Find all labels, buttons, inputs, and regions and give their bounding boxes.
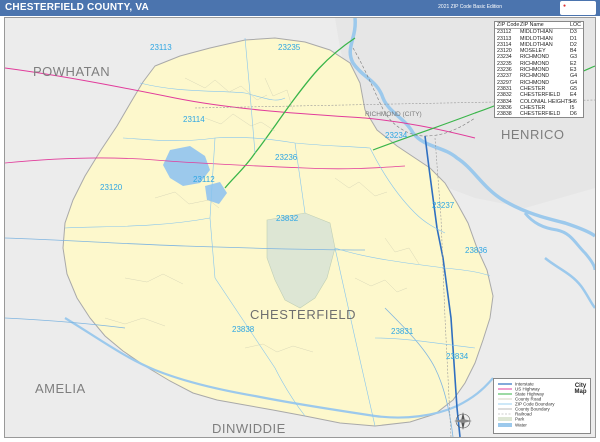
publisher-logo: ● xyxy=(560,1,596,15)
zip-table-rows: 23112 MIDLOTHIAN D3 23113 MIDLOTHIAN D1 23114 M… xyxy=(495,29,583,117)
zip-label-23832[interactable]: 23832 xyxy=(276,214,299,223)
legend-swatch-water xyxy=(498,423,512,427)
zip-label-23112[interactable]: 23112 xyxy=(193,175,215,184)
county-label-dinwiddie: DINWIDDIE xyxy=(212,421,286,436)
zip-table-header-loc: LOC xyxy=(570,22,581,28)
edition-label: 2021 ZIP Code Basic Edition xyxy=(438,4,502,10)
map-legend: Interstate US Highway State Highway Coun… xyxy=(493,378,591,434)
zip-label-23834[interactable]: 23834 xyxy=(446,352,469,361)
legend-label-park: Park xyxy=(515,417,525,422)
zip-label-23237[interactable]: 23237 xyxy=(432,201,455,210)
zip-label-23120[interactable]: 23120 xyxy=(100,183,123,192)
zip-label-23236[interactable]: 23236 xyxy=(275,153,298,162)
county-label-amelia: AMELIA xyxy=(35,381,86,396)
legend-swatch-park xyxy=(498,417,512,421)
zip-code-cell: 23838 xyxy=(497,111,512,118)
legend-swatches xyxy=(498,383,512,427)
county-label-henrico: HENRICO xyxy=(501,127,564,142)
zip-label-23234[interactable]: 23234 xyxy=(385,131,408,140)
zip-label-23113[interactable]: 23113 xyxy=(150,43,172,52)
zip-code-table: ZIP Code ZIP Name LOC 23112 MIDLOTHIAN D3 2… xyxy=(494,21,584,119)
city-label-richmond: RICHMOND (CITY) xyxy=(365,111,422,118)
zip-table-header-zip: ZIP Code xyxy=(497,22,520,28)
zip-label-23836[interactable]: 23836 xyxy=(465,246,488,255)
legend-labels: Interstate US Highway State Highway Coun… xyxy=(515,382,555,428)
map-page: CHESTERFIELD COUNTY, VA 2021 ZIP Code Ba… xyxy=(0,0,600,442)
legend-label-water: Water xyxy=(515,423,527,428)
county-label-chesterfield: CHESTERFIELD xyxy=(250,307,356,322)
zip-table-header: ZIP Code ZIP Name LOC xyxy=(495,22,583,30)
zip-table-header-name: ZIP Name xyxy=(520,22,544,28)
zip-label-23838[interactable]: 23838 xyxy=(232,325,255,334)
zip-loc-cell: D6 xyxy=(570,111,577,118)
zip-label-23114[interactable]: 23114 xyxy=(183,115,205,124)
page-title: CHESTERFIELD COUNTY, VA xyxy=(5,2,149,13)
logo-mark-icon: ● xyxy=(563,3,567,9)
zip-table-row[interactable]: 23838 CHESTERFIELD D6 xyxy=(495,111,583,117)
legend-logo: City Map xyxy=(574,383,587,395)
zip-name-cell: CHESTERFIELD xyxy=(520,111,561,118)
zip-label-23831[interactable]: 23831 xyxy=(391,327,414,336)
title-bar: CHESTERFIELD COUNTY, VA 2021 ZIP Code Ba… xyxy=(0,0,600,16)
county-label-powhatan: POWHATAN xyxy=(33,64,110,79)
zip-label-23235[interactable]: 23235 xyxy=(278,43,301,52)
